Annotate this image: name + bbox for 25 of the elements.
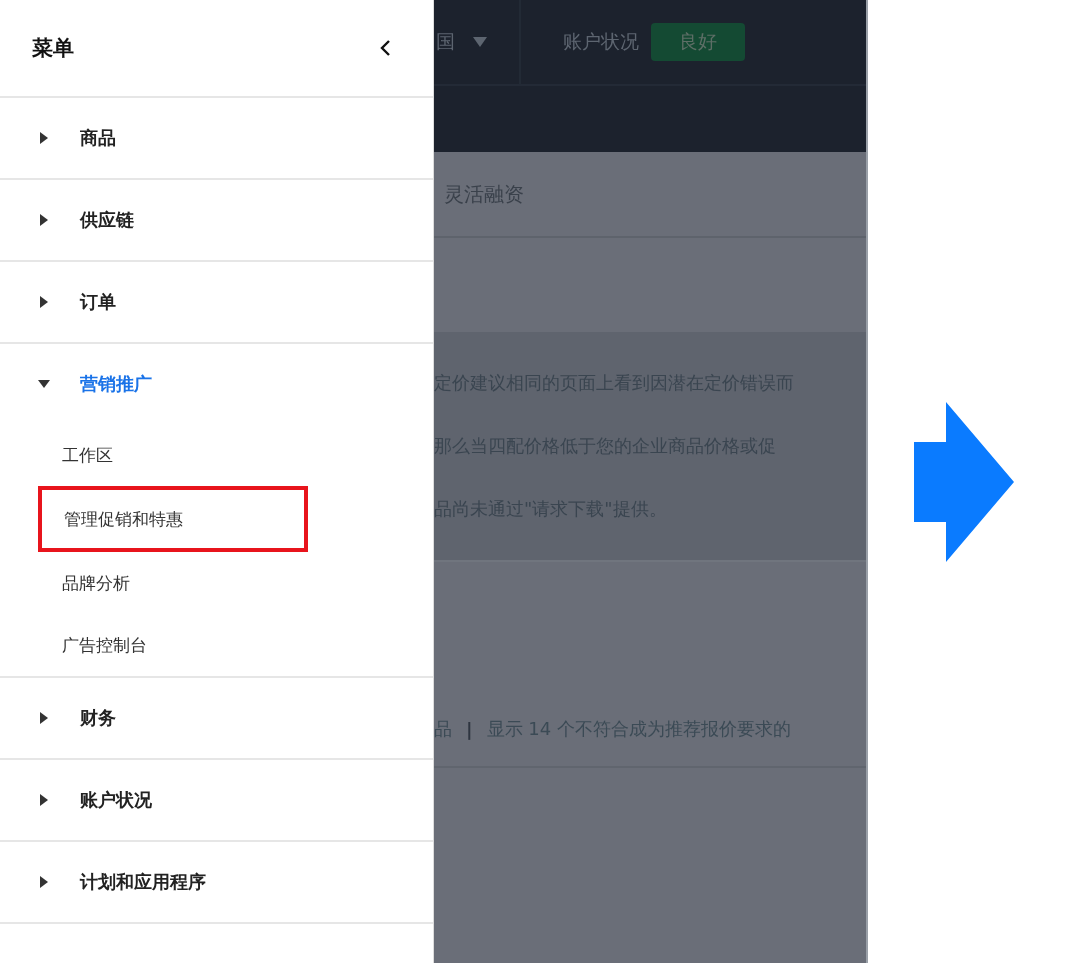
caret-down-icon: [473, 37, 487, 47]
caret-right-icon: [38, 296, 50, 308]
arrow-right-icon: [914, 401, 1014, 562]
caret-down-icon: [38, 380, 50, 388]
menu-item[interactable]: 账户状况: [0, 760, 433, 842]
chevron-left-icon[interactable]: [379, 39, 391, 57]
separator-text: |: [466, 718, 473, 740]
caret-right-icon: [38, 712, 50, 724]
submenu-item[interactable]: 工作区: [0, 424, 433, 486]
account-status-label: 账户状况: [563, 29, 639, 54]
menu-item[interactable]: 订单: [0, 262, 433, 344]
caret-right-icon: [38, 214, 50, 226]
caret-right-icon: [38, 794, 50, 806]
caret-right-icon: [38, 876, 50, 888]
submenu-item[interactable]: 管理促销和特惠: [38, 486, 308, 552]
status-badge: 良好: [651, 23, 745, 61]
submenu-item[interactable]: 品牌分析: [0, 552, 433, 614]
menu-title: 菜单: [32, 35, 74, 62]
menu-item[interactable]: 供应链: [0, 180, 433, 262]
menu-item[interactable]: 商品: [0, 98, 433, 180]
menu-item[interactable]: 营销推广: [0, 344, 433, 424]
caret-right-icon: [38, 132, 50, 144]
menu-item[interactable]: 财务: [0, 678, 433, 760]
submenu-item[interactable]: 广告控制台: [0, 614, 433, 676]
menu-item[interactable]: 计划和应用程序: [0, 842, 433, 924]
